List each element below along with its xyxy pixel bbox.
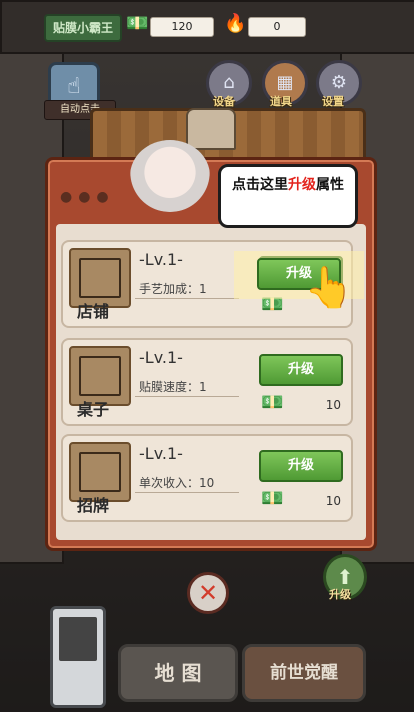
close-icon: ✕ [197, 579, 219, 607]
divider [135, 492, 239, 493]
phone-button[interactable] [50, 606, 106, 708]
equipment-label: 设备 [213, 95, 235, 108]
tutorial-text: 点击这里升级属性 [227, 175, 349, 195]
row-name: 桌子 [77, 400, 110, 419]
divider [135, 298, 239, 299]
shop-counter-icon [79, 258, 121, 298]
cash-icon: 💵 [261, 488, 284, 509]
row-stat: 手艺加成：1 [139, 282, 207, 296]
row-stat: 单次收入：10 [139, 476, 215, 490]
money-counter: 120 [150, 17, 214, 37]
table-icon [79, 356, 121, 396]
rebirth-button[interactable]: 前世觉醒 [242, 644, 366, 702]
fire-counter: 0 [248, 17, 306, 37]
cost-value: 10 [325, 494, 341, 508]
equipment-icon: ⌂ [223, 72, 235, 93]
row-stat: 贴膜速度：1 [139, 380, 207, 394]
signboard-icon [79, 452, 121, 492]
cash-icon: 💵 [261, 392, 284, 413]
cash-icon: 💵 [126, 13, 149, 34]
tutorial-suffix: 属性 [316, 177, 344, 193]
tools-label: 道具 [270, 95, 292, 108]
row-name: 店铺 [77, 302, 110, 321]
list-item-sign: 招牌 -Lv.1- 单次收入：10 升级 💵 10 [61, 434, 353, 522]
gear-icon: ⚙ [330, 72, 348, 93]
upgrade-button[interactable]: 升级 [259, 450, 343, 482]
tutorial-highlight-text: 升级 [288, 177, 316, 193]
list-item-table: 桌子 -Lv.1- 贴膜速度：1 升级 💵 10 [61, 338, 353, 426]
row-level: -Lv.1- [139, 444, 183, 463]
game-title-badge: 贴膜小霸王 [44, 14, 122, 42]
tools-icon: ▦ [276, 72, 294, 93]
row-name: 招牌 [77, 496, 110, 515]
guide-character-avatar [130, 140, 210, 212]
fire-coin-icon: 🔥 [224, 13, 247, 34]
phone-screen [59, 617, 97, 661]
row-level: -Lv.1- [139, 348, 183, 367]
side-upgrade-label: 升级 [329, 588, 351, 601]
tap-hand-icon: ☝ [67, 74, 81, 99]
divider [135, 396, 239, 397]
upgrade-button[interactable]: 升级 [259, 354, 343, 386]
panel-hanger [186, 108, 236, 150]
tutorial-speech-bubble: 点击这里升级属性 [218, 164, 358, 228]
tutorial-prefix: 点击这里 [232, 177, 288, 193]
close-button[interactable]: ✕ [187, 572, 229, 614]
row-level: -Lv.1- [139, 250, 183, 269]
panel-dots: ●●● [60, 189, 115, 205]
settings-label: 设置 [322, 95, 344, 108]
pointing-hand-icon: 👆 [304, 265, 354, 311]
map-button[interactable]: 地 图 [118, 644, 238, 702]
cost-value: 10 [325, 398, 341, 412]
